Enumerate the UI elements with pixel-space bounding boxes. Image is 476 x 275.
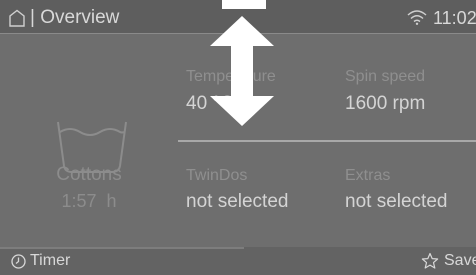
pull-down-handle[interactable] <box>222 0 266 9</box>
program-name: Cottons <box>56 164 122 185</box>
twindos-label: TwinDos <box>186 167 248 184</box>
extras-value: not selected <box>345 191 448 212</box>
vertical-double-arrow-icon <box>210 16 274 126</box>
spin-speed-value: 1600 rpm <box>345 93 426 114</box>
bottom-bar: Timer Save <box>0 247 476 275</box>
star-icon <box>421 252 439 269</box>
extras-label: Extras <box>345 167 391 184</box>
spin-speed-label: Spin speed <box>345 68 426 85</box>
save-label: Save <box>444 252 476 269</box>
bottom-bar-scroll-indicator <box>0 247 244 249</box>
home-icon[interactable] <box>8 9 26 27</box>
clock-icon <box>11 254 26 269</box>
duration-unit: h <box>106 191 117 211</box>
wifi-icon <box>407 10 427 25</box>
clock-time: 11:02 <box>433 8 476 28</box>
page-title: | Overview <box>30 7 120 28</box>
program-duration: 1:57 h <box>8 191 170 212</box>
timer-label: Timer <box>30 252 71 269</box>
twindos-value: not selected <box>186 191 289 212</box>
duration-value: 1:57 <box>61 191 97 211</box>
program-tile[interactable]: Cottons 1:57 h <box>8 36 170 236</box>
settings-divider <box>178 140 476 142</box>
